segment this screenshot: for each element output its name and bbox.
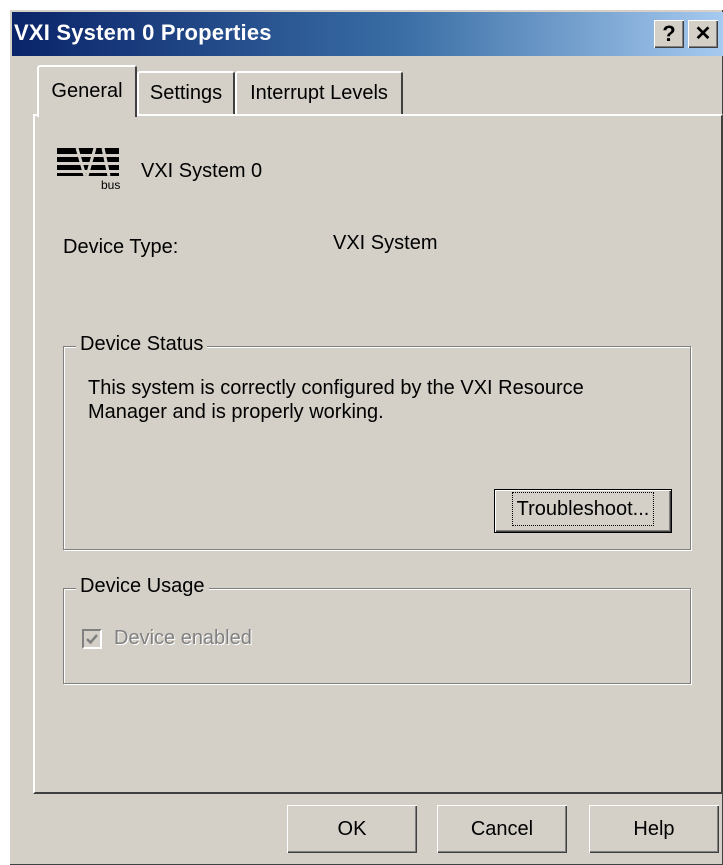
tab-general[interactable]: General — [37, 65, 137, 117]
cancel-button[interactable]: Cancel — [437, 805, 567, 853]
device-enabled-label: Device enabled — [114, 627, 252, 649]
tab-settings-label: Settings — [149, 82, 223, 104]
close-icon[interactable]: ✕ — [688, 20, 718, 48]
tab-interrupt-levels-label: Interrupt Levels — [250, 82, 388, 104]
help-icon[interactable]: ? — [654, 20, 684, 48]
troubleshoot-label: Troubleshoot... — [511, 492, 655, 526]
window-title: VXI System 0 Properties — [14, 20, 272, 45]
tab-general-label: General — [51, 80, 123, 102]
title-bar[interactable]: VXI System 0 Properties ? ✕ — [12, 12, 723, 56]
checkmark-icon — [86, 634, 98, 645]
tab-settings[interactable]: Settings — [137, 71, 235, 115]
device-status-group: Device Status This system is correctly c… — [63, 333, 691, 550]
troubleshoot-button[interactable]: Troubleshoot... — [494, 489, 672, 533]
device-status-legend: Device Status — [76, 333, 208, 356]
vxi-bus-icon: bus — [55, 144, 121, 194]
device-enabled-checkbox[interactable] — [82, 629, 102, 649]
device-type-value: VXI System — [333, 232, 438, 254]
status-text-line2: Manager and is properly working. — [88, 401, 384, 423]
device-type-label: Device Type: — [63, 236, 179, 258]
tab-interrupt-levels[interactable]: Interrupt Levels — [235, 71, 403, 115]
help-button[interactable]: Help — [589, 805, 719, 853]
device-name: VXI System 0 — [141, 160, 263, 182]
status-text-line1: This system is correctly configured by t… — [88, 377, 584, 399]
device-usage-legend: Device Usage — [76, 575, 209, 598]
properties-dialog: VXI System 0 Properties ? ✕ General Sett… — [9, 9, 723, 865]
device-usage-group: Device Usage Device enabled — [63, 575, 691, 684]
general-tab-panel: bus VXI System 0 Device Type: VXI System… — [33, 114, 723, 794]
ok-button[interactable]: OK — [287, 805, 417, 853]
icon-sublabel: bus — [101, 178, 121, 192]
